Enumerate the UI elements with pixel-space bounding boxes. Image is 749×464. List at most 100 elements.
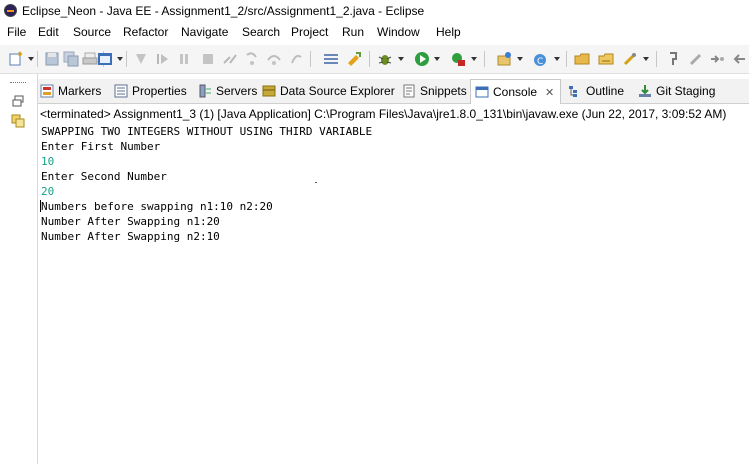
left-trim-bar [0, 74, 38, 464]
search-dropdown-arrow-icon[interactable] [643, 57, 649, 61]
new-icon[interactable] [8, 51, 24, 67]
tab-servers[interactable]: Servers [198, 79, 257, 103]
text-caret [40, 200, 41, 212]
title-bar: Eclipse_Neon - Java EE - Assignment1_2/s… [0, 0, 749, 22]
save-all-icon[interactable] [63, 51, 79, 67]
toolbar-separator [310, 51, 311, 67]
console-line: Enter Second Number [41, 170, 167, 183]
console-output[interactable]: SWAPPING TWO INTEGERS WITHOUT USING THIR… [41, 124, 741, 244]
menu-edit[interactable]: Edit [38, 25, 59, 39]
save-icon[interactable] [44, 51, 60, 67]
properties-icon [114, 84, 128, 98]
tab-outline-label: Outline [586, 84, 625, 98]
menu-run[interactable]: Run [342, 25, 364, 39]
outline-icon [569, 86, 577, 97]
markers-icon [40, 84, 54, 98]
disconnect-icon[interactable] [222, 51, 238, 67]
step-over-icon[interactable] [266, 51, 282, 67]
resume-icon[interactable] [155, 51, 171, 67]
new-java-project-icon[interactable] [496, 51, 512, 67]
console-line: SWAPPING TWO INTEGERS WITHOUT USING THIR… [41, 125, 373, 138]
toolbar-separator [566, 51, 567, 67]
tab-outline[interactable]: Outline [568, 79, 624, 103]
new-dropdown-arrow-icon[interactable] [28, 57, 34, 61]
menu-project[interactable]: Project [291, 25, 328, 39]
console-icon [475, 86, 489, 98]
tab-properties-label: Properties [132, 84, 187, 98]
menu-refactor[interactable]: Refactor [123, 25, 168, 39]
toolbar-separator [126, 51, 127, 67]
print-icon[interactable] [82, 51, 98, 67]
toolbar-separator [369, 51, 370, 67]
console-input-line: 10 [41, 155, 55, 168]
menu-help[interactable]: Help [436, 25, 461, 39]
view-tab-bar: Markers Properties Servers Data Source E… [38, 79, 749, 104]
external-tools-icon[interactable] [450, 51, 466, 67]
tab-properties[interactable]: Properties [114, 79, 187, 103]
new-java-class-icon[interactable]: C [532, 51, 548, 67]
servers-icon [199, 84, 211, 98]
menu-search[interactable]: Search [242, 25, 280, 39]
tab-servers-label: Servers [216, 84, 258, 98]
debug-icon[interactable] [377, 51, 393, 67]
terminate-icon[interactable] [200, 51, 216, 67]
tab-console-label: Console [493, 85, 538, 99]
step-into-icon[interactable] [244, 51, 260, 67]
new-project-dropdown-arrow-icon[interactable] [517, 57, 523, 61]
back-icon[interactable] [731, 51, 747, 67]
search-tool-icon[interactable] [622, 51, 638, 67]
debug-dropdown-arrow-icon[interactable] [398, 57, 404, 61]
menu-navigate[interactable]: Navigate [181, 25, 228, 39]
close-icon[interactable]: ✕ [545, 86, 554, 99]
eclipse-logo-icon [4, 4, 17, 17]
data-source-icon [262, 85, 276, 97]
main-toolbar: C [0, 45, 749, 74]
menu-file[interactable]: File [7, 25, 26, 39]
console-line: Numbers before swapping n1:10 n2:20 [41, 200, 273, 213]
tab-data-source-explorer-label: Data Source Explorer [280, 84, 395, 98]
edit-marker-icon[interactable] [688, 51, 704, 67]
menu-source[interactable]: Source [73, 25, 111, 39]
mouse-speck [315, 182, 317, 183]
tab-console[interactable]: Console ✕ [470, 79, 561, 104]
tab-snippets[interactable]: Snippets [402, 79, 467, 103]
restore-icon[interactable] [11, 94, 25, 108]
tab-snippets-label: Snippets [420, 84, 467, 98]
toolbar-separator [656, 51, 657, 67]
console-line: Enter First Number [41, 140, 161, 153]
tab-data-source-explorer[interactable]: Data Source Explorer [262, 79, 395, 103]
toolbar-separator [37, 51, 38, 67]
tab-markers[interactable]: Markers [40, 79, 101, 103]
open-type-icon[interactable] [574, 51, 590, 67]
annotation-icon[interactable] [665, 51, 681, 67]
window-title: Eclipse_Neon - Java EE - Assignment1_2/s… [22, 4, 425, 18]
new-class-dropdown-arrow-icon[interactable] [554, 57, 560, 61]
toolbar-separator [484, 51, 485, 67]
trim-grip[interactable] [10, 82, 26, 85]
console-line: Number After Swapping n2:10 [41, 230, 220, 243]
console-dropdown-arrow-icon[interactable] [117, 57, 123, 61]
open-resource-icon[interactable] [598, 51, 614, 67]
tab-git-staging[interactable]: Git Staging [638, 79, 715, 103]
console-input-line: 20 [41, 185, 55, 198]
menu-window[interactable]: Window [377, 25, 420, 39]
console-view-icon[interactable] [97, 51, 113, 67]
svg-text:C: C [537, 57, 543, 67]
skip-breakpoints-icon[interactable] [133, 51, 149, 67]
package-explorer-icon[interactable] [11, 114, 25, 128]
snippets-icon [403, 84, 415, 98]
run-icon[interactable] [414, 51, 430, 67]
suspend-icon[interactable] [176, 51, 192, 67]
tab-git-staging-label: Git Staging [656, 84, 716, 98]
menu-bar: File Edit Source Refactor Navigate Searc… [0, 22, 749, 42]
tab-markers-label: Markers [58, 84, 102, 98]
open-task-icon[interactable] [346, 51, 362, 67]
step-return-icon[interactable] [288, 51, 304, 67]
external-tools-dropdown-arrow-icon[interactable] [471, 57, 477, 61]
run-dropdown-arrow-icon[interactable] [434, 57, 440, 61]
git-staging-icon [639, 85, 651, 97]
use-step-filters-icon[interactable] [323, 51, 339, 67]
console-line: Number After Swapping n1:20 [41, 215, 220, 228]
console-status-line: <terminated> Assignment1_3 (1) [Java App… [40, 107, 727, 121]
next-annotation-icon[interactable] [709, 51, 725, 67]
